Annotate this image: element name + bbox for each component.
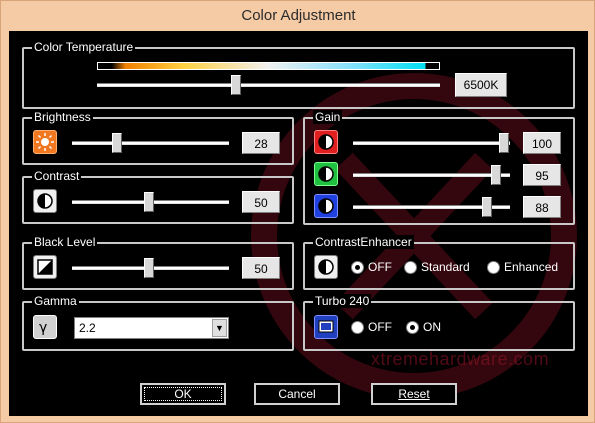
gamma-label: Gamma (32, 294, 79, 308)
gamma-select[interactable]: 2.2 ▼ (74, 317, 229, 339)
turbo-off-radio[interactable] (351, 320, 364, 334)
contrast-enhancer-enhanced-option[interactable]: Enhanced (487, 260, 558, 274)
gain-green-value: 95 (523, 164, 561, 186)
gamma-select-value: 2.2 (79, 321, 96, 335)
contrast-enhancer-enhanced-radio[interactable] (487, 260, 500, 274)
brightness-group: Brightness 28 (22, 110, 294, 165)
contrast-enhancer-standard-radio[interactable] (404, 260, 417, 274)
turbo-off-option[interactable]: OFF (351, 320, 392, 334)
color-temperature-value: 6500K (455, 73, 507, 97)
turbo-on-radio[interactable] (406, 320, 419, 334)
contrast-enhancer-enhanced-label: Enhanced (504, 260, 559, 274)
brightness-slider-track[interactable] (72, 141, 229, 145)
gain-red-slider-track[interactable] (353, 141, 510, 145)
contrast-enhancer-group: ContrastEnhancer OFF Standard Enhanced (303, 235, 575, 290)
watermark-text: xtremehardware.com (371, 349, 550, 369)
contrast-enhancer-standard-option[interactable]: Standard (404, 260, 470, 274)
contrast-group: Contrast 50 (22, 169, 294, 224)
black-level-group: Black Level 50 (22, 235, 294, 290)
turbo-group: Turbo 240 OFF ON (303, 294, 575, 351)
turbo-label: Turbo 240 (313, 294, 372, 308)
gain-red-icon (314, 130, 338, 154)
turbo-on-option[interactable]: ON (406, 320, 441, 334)
turbo-off-label: OFF (368, 320, 392, 334)
reset-button[interactable]: Reset (371, 383, 457, 405)
gain-blue-icon (314, 194, 338, 218)
gain-red-value: 100 (523, 132, 561, 154)
contrast-icon (33, 189, 57, 213)
dialog-client-area: xtremehardware.com Color Temperature 650… (9, 31, 588, 416)
gain-blue-slider-thumb[interactable] (482, 197, 492, 217)
contrast-enhancer-off-radio[interactable] (351, 260, 364, 274)
brightness-slider-thumb[interactable] (112, 133, 122, 153)
gamma-icon: γ (33, 315, 57, 339)
black-level-label: Black Level (32, 235, 98, 249)
color-adjustment-window: Color Adjustment xtremehardware.com Colo… (0, 0, 595, 423)
contrast-enhancer-off-option[interactable]: OFF (351, 260, 392, 274)
gamma-group: Gamma γ 2.2 ▼ (22, 294, 294, 351)
turbo-on-label: ON (423, 320, 441, 334)
sun-icon (33, 130, 57, 154)
color-temperature-slider-track[interactable] (97, 83, 440, 87)
chevron-down-icon[interactable]: ▼ (212, 319, 227, 337)
contrast-slider-thumb[interactable] (144, 192, 154, 212)
gain-green-slider-thumb[interactable] (491, 165, 501, 185)
contrast-label: Contrast (32, 169, 82, 183)
contrast-enhancer-icon (314, 255, 338, 279)
contrast-enhancer-off-label: OFF (368, 260, 392, 274)
black-level-value: 50 (242, 257, 280, 279)
contrast-enhancer-standard-label: Standard (421, 260, 470, 274)
gain-blue-value: 88 (523, 196, 561, 218)
svg-text:γ: γ (39, 320, 47, 336)
gain-group: Gain 100 95 88 (303, 110, 575, 225)
gain-green-slider-track[interactable] (353, 173, 510, 177)
contrast-enhancer-label: ContrastEnhancer (313, 235, 414, 249)
color-temperature-group: Color Temperature 6500K (22, 40, 575, 109)
cancel-button[interactable]: Cancel (254, 383, 340, 405)
brightness-value: 28 (242, 132, 280, 154)
gain-red-slider-thumb[interactable] (499, 133, 509, 153)
turbo-icon (314, 315, 338, 339)
black-level-icon (33, 255, 57, 279)
contrast-value: 50 (242, 191, 280, 213)
color-temperature-slider-thumb[interactable] (231, 75, 241, 95)
black-level-slider-thumb[interactable] (144, 258, 154, 278)
gain-green-icon (314, 162, 338, 186)
reset-button-label: Reset (398, 387, 430, 401)
ok-button[interactable]: OK (140, 383, 226, 405)
color-temperature-gradient (97, 62, 440, 70)
gain-label: Gain (313, 110, 343, 124)
window-title: Color Adjustment (241, 7, 356, 24)
color-temperature-label: Color Temperature (32, 40, 136, 54)
brightness-label: Brightness (32, 110, 93, 124)
